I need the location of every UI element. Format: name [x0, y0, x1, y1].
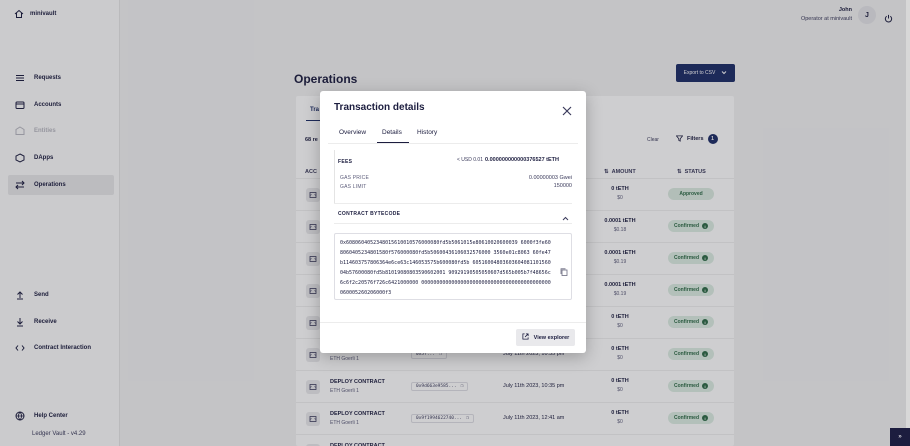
- modal-title: Transaction details: [334, 102, 425, 113]
- gas-limit-label: GAS LIMIT: [340, 184, 367, 190]
- transaction-details-modal: Transaction details Overview Details His…: [320, 91, 586, 353]
- section-divider: [334, 203, 572, 204]
- fees-label: FEES: [338, 159, 353, 165]
- bytecode-field[interactable]: 0x6080604052348015610010576000080fd5b506…: [334, 233, 572, 300]
- scrollbar[interactable]: [906, 0, 910, 446]
- section-divider: [334, 223, 572, 224]
- tab-details[interactable]: Details: [382, 129, 402, 136]
- close-icon[interactable]: [562, 103, 572, 116]
- tab-divider: [328, 143, 578, 144]
- chevron-up-icon[interactable]: [562, 209, 569, 227]
- tab-overview[interactable]: Overview: [339, 129, 366, 136]
- gas-price-value: 0.00000003 Gwei: [528, 175, 572, 181]
- gas-price-label: GAS PRICE: [340, 175, 370, 181]
- external-link-icon: [522, 333, 529, 342]
- tab-history[interactable]: History: [417, 129, 437, 136]
- gas-limit-value: 150000: [553, 183, 572, 189]
- fees-usd: < USD 0.01: [457, 157, 483, 163]
- view-explorer-button[interactable]: View explorer: [516, 329, 575, 346]
- copy-icon[interactable]: [560, 263, 568, 281]
- bytecode-label: CONTRACT BYTECODE: [338, 211, 401, 217]
- footer-divider: [320, 322, 586, 323]
- fees-value: 0.000000000000376527 tETH: [485, 157, 560, 163]
- view-explorer-label: View explorer: [533, 334, 570, 341]
- collapse-icon[interactable]: »: [890, 428, 910, 446]
